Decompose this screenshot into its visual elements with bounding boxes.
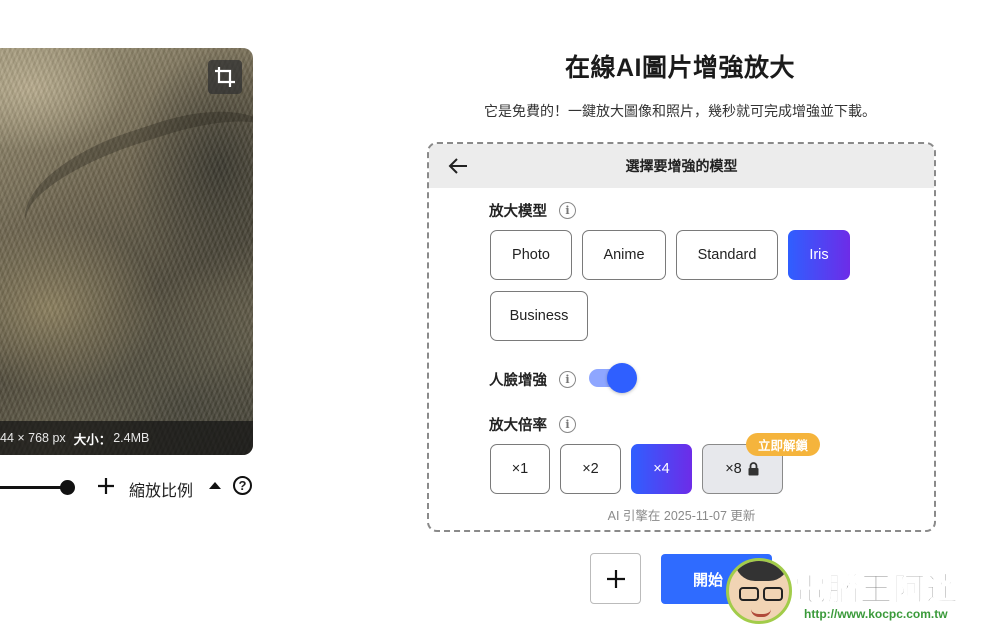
unlock-badge[interactable]: 立即解鎖 (746, 433, 820, 456)
scale-section-title: 放大倍率 (489, 418, 547, 434)
model-option-standard[interactable]: Standard (676, 230, 778, 280)
model-section-label: 放大模型 i (489, 200, 576, 221)
option-label: Business (509, 308, 569, 324)
option-label: Standard (697, 247, 757, 263)
card-heading: 選擇要增強的模型 (625, 158, 738, 174)
help-icon[interactable]: ? (233, 476, 252, 495)
info-icon[interactable]: i (559, 202, 576, 219)
scale-option-x4[interactable]: ×4 (631, 444, 692, 494)
zoom-in-icon[interactable] (95, 475, 117, 497)
back-arrow-icon[interactable] (447, 156, 469, 176)
toggle-knob (607, 363, 637, 393)
scale-option-x2[interactable]: ×2 (560, 444, 621, 494)
crop-icon (215, 67, 235, 87)
page-subtitle: 它是免費的！一鍵放大圖像和照片，幾秒就可完成增強並下載。 (484, 103, 876, 119)
card-header: 選擇要增強的模型 (429, 144, 934, 188)
option-label: ×4 (653, 461, 670, 477)
image-info-bar: 44 × 768 px 大小： 2.4MB (0, 421, 253, 455)
caret-up-icon[interactable] (209, 482, 221, 489)
model-option-iris[interactable]: Iris (788, 230, 850, 280)
lock-icon (748, 462, 759, 476)
watermark-title: 電腦王阿達 (793, 571, 960, 608)
info-icon[interactable]: i (559, 371, 576, 388)
engine-updated-text: AI 引擎在 2025-11-07 更新 (607, 509, 756, 523)
face-enhance-toggle[interactable] (589, 363, 637, 393)
face-section-label: 人臉增強 i (489, 369, 576, 390)
option-label: Anime (603, 247, 645, 263)
model-option-anime[interactable]: Anime (582, 230, 666, 280)
image-dimensions: 44 × 768 px (0, 431, 66, 445)
image-size-label: 大小： (73, 432, 112, 447)
plus-icon (606, 569, 625, 588)
zoom-controls: 縮放比例 ? (0, 472, 270, 502)
add-image-button[interactable] (590, 553, 641, 604)
mascot-logo (726, 558, 792, 624)
page-title: 在線AI圖片增強放大 (564, 54, 795, 82)
face-section-title: 人臉增強 (489, 373, 547, 389)
zoom-slider-thumb[interactable] (60, 480, 75, 495)
zoom-label: 縮放比例 (129, 483, 194, 500)
model-section-title: 放大模型 (489, 204, 547, 220)
start-button-label: 開始 (693, 571, 724, 589)
watermark-url: http://www.kocpc.com.tw (804, 607, 948, 621)
scale-section-label: 放大倍率 i (489, 414, 576, 435)
option-label: Iris (809, 247, 829, 263)
option-label: ×2 (582, 461, 599, 477)
model-option-business[interactable]: Business (490, 291, 588, 341)
image-size-value: 2.4MB (113, 431, 150, 445)
zoom-slider-track[interactable] (0, 486, 66, 489)
image-preview: 44 × 768 px 大小： 2.4MB (0, 48, 253, 455)
model-option-photo[interactable]: Photo (490, 230, 572, 280)
option-label: ×8 (725, 461, 742, 477)
scale-option-x1[interactable]: ×1 (490, 444, 550, 494)
option-label: ×1 (511, 461, 529, 477)
info-icon[interactable]: i (559, 416, 576, 433)
option-label: Photo (512, 247, 550, 263)
crop-button[interactable] (208, 60, 242, 94)
model-selection-card: 選擇要增強的模型 放大模型 i Photo Anime Standard Iri… (427, 142, 936, 532)
watermark: 電腦王阿達 http://www.kocpc.com.tw (726, 552, 996, 630)
